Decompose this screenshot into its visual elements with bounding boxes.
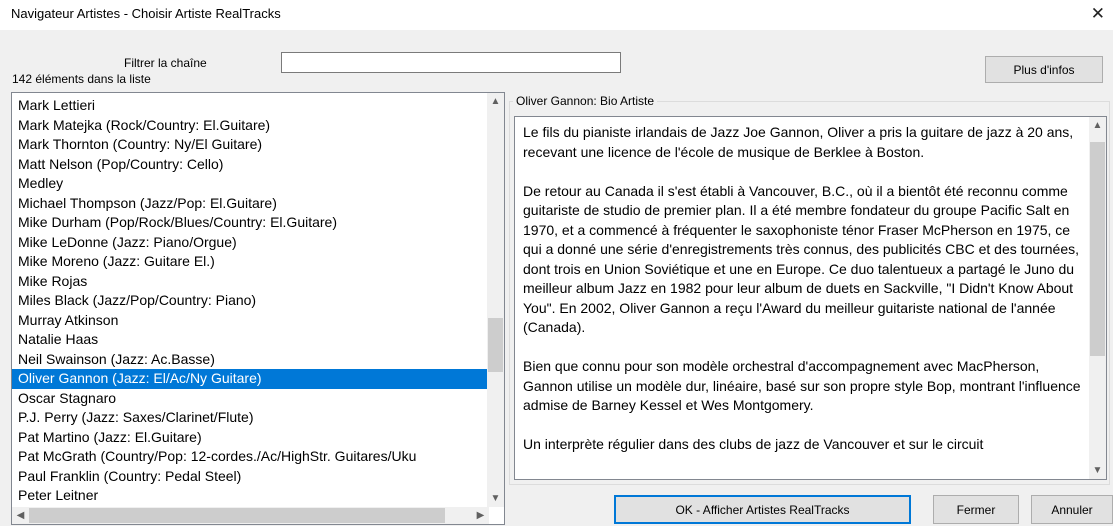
more-info-button[interactable]: Plus d'infos [985,56,1103,83]
list-horizontal-scrollbar[interactable]: ◀ ▶ [12,507,489,524]
bio-paragraph: Bien que connu pour son modèle orchestra… [523,358,1081,413]
scroll-thumb-horizontal[interactable] [29,508,445,523]
bio-paragraph: Le fils du pianiste irlandais de Jazz Jo… [523,124,1074,160]
title-bar: Navigateur Artistes - Choisir Artiste Re… [0,0,1113,30]
bio-paragraph: De retour au Canada il s'est établi à Va… [523,182,1079,336]
list-item[interactable]: Neil Swainson (Jazz: Ac.Basse) [12,350,489,370]
list-item[interactable]: Natalie Haas [12,330,489,350]
list-item[interactable]: Mark Matejka (Rock/Country: El.Guitare) [12,116,489,136]
list-item[interactable]: Mark Thornton (Country: Ny/El Guitare) [12,135,489,155]
cancel-button[interactable]: Annuler [1031,495,1113,524]
artist-listbox[interactable]: Mark Lettieri Mark Matejka (Rock/Country:… [11,92,505,525]
list-item[interactable]: Miles Black (Jazz/Pop/Country: Piano) [12,291,489,311]
list-item[interactable]: Pat Martino (Jazz: El.Guitare) [12,428,489,448]
scroll-up-icon[interactable]: ▲ [487,93,504,110]
scroll-down-icon[interactable]: ▼ [487,490,504,507]
list-item[interactable]: Oscar Stagnaro [12,389,489,409]
ok-show-realtracks-button[interactable]: OK - Afficher Artistes RealTracks [614,495,911,524]
close-icon[interactable]: ✕ [1091,4,1105,24]
close-button[interactable]: Fermer [933,495,1019,524]
scroll-left-icon[interactable]: ◀ [12,507,29,524]
list-item[interactable]: Peter Leitner [12,486,489,506]
list-item[interactable]: Murray Atkinson [12,311,489,331]
filter-input[interactable] [281,52,621,73]
list-item[interactable]: Pat McGrath (Country/Pop: 12-cordes./Ac/… [12,447,489,467]
scroll-right-icon[interactable]: ▶ [472,507,489,524]
artist-list-items: Mark Lettieri Mark Matejka (Rock/Country:… [12,96,489,506]
item-count-label: 142 éléments dans la liste [12,72,151,86]
bio-textbox[interactable]: Le fils du pianiste irlandais de Jazz Jo… [514,116,1107,480]
list-item[interactable]: P.J. Perry (Jazz: Saxes/Clarinet/Flute) [12,408,489,428]
scroll-down-icon[interactable]: ▼ [1089,462,1106,479]
scroll-thumb[interactable] [1090,142,1105,356]
list-vertical-scrollbar[interactable]: ▲ ▼ [487,93,504,507]
list-item[interactable]: Michael Thompson (Jazz/Pop: El.Guitare) [12,194,489,214]
list-item[interactable]: Medley [12,174,489,194]
list-item[interactable]: Matt Nelson (Pop/Country: Cello) [12,155,489,175]
list-item[interactable]: Mike Durham (Pop/Rock/Blues/Country: El.… [12,213,489,233]
list-item[interactable]: Mike Rojas [12,272,489,292]
list-item[interactable]: Mike LeDonne (Jazz: Piano/Orgue) [12,233,489,253]
list-item[interactable]: Oliver Gannon (Jazz: El/Ac/Ny Guitare) [12,369,489,389]
bio-heading: Oliver Gannon: Bio Artiste [513,94,658,108]
window-title: Navigateur Artistes - Choisir Artiste Re… [11,6,281,21]
bio-text: Le fils du pianiste irlandais de Jazz Jo… [523,123,1083,474]
list-item[interactable]: Mark Lettieri [12,96,489,116]
bio-paragraph: Un interprète régulier dans des clubs de… [523,436,984,452]
list-item[interactable]: Paul Franklin (Country: Pedal Steel) [12,467,489,487]
bio-vertical-scrollbar[interactable]: ▲ ▼ [1089,117,1106,479]
filter-label: Filtrer la chaîne [124,56,207,70]
scroll-up-icon[interactable]: ▲ [1089,117,1106,134]
list-item[interactable]: Mike Moreno (Jazz: Guitare El.) [12,252,489,272]
scroll-thumb[interactable] [488,318,503,372]
